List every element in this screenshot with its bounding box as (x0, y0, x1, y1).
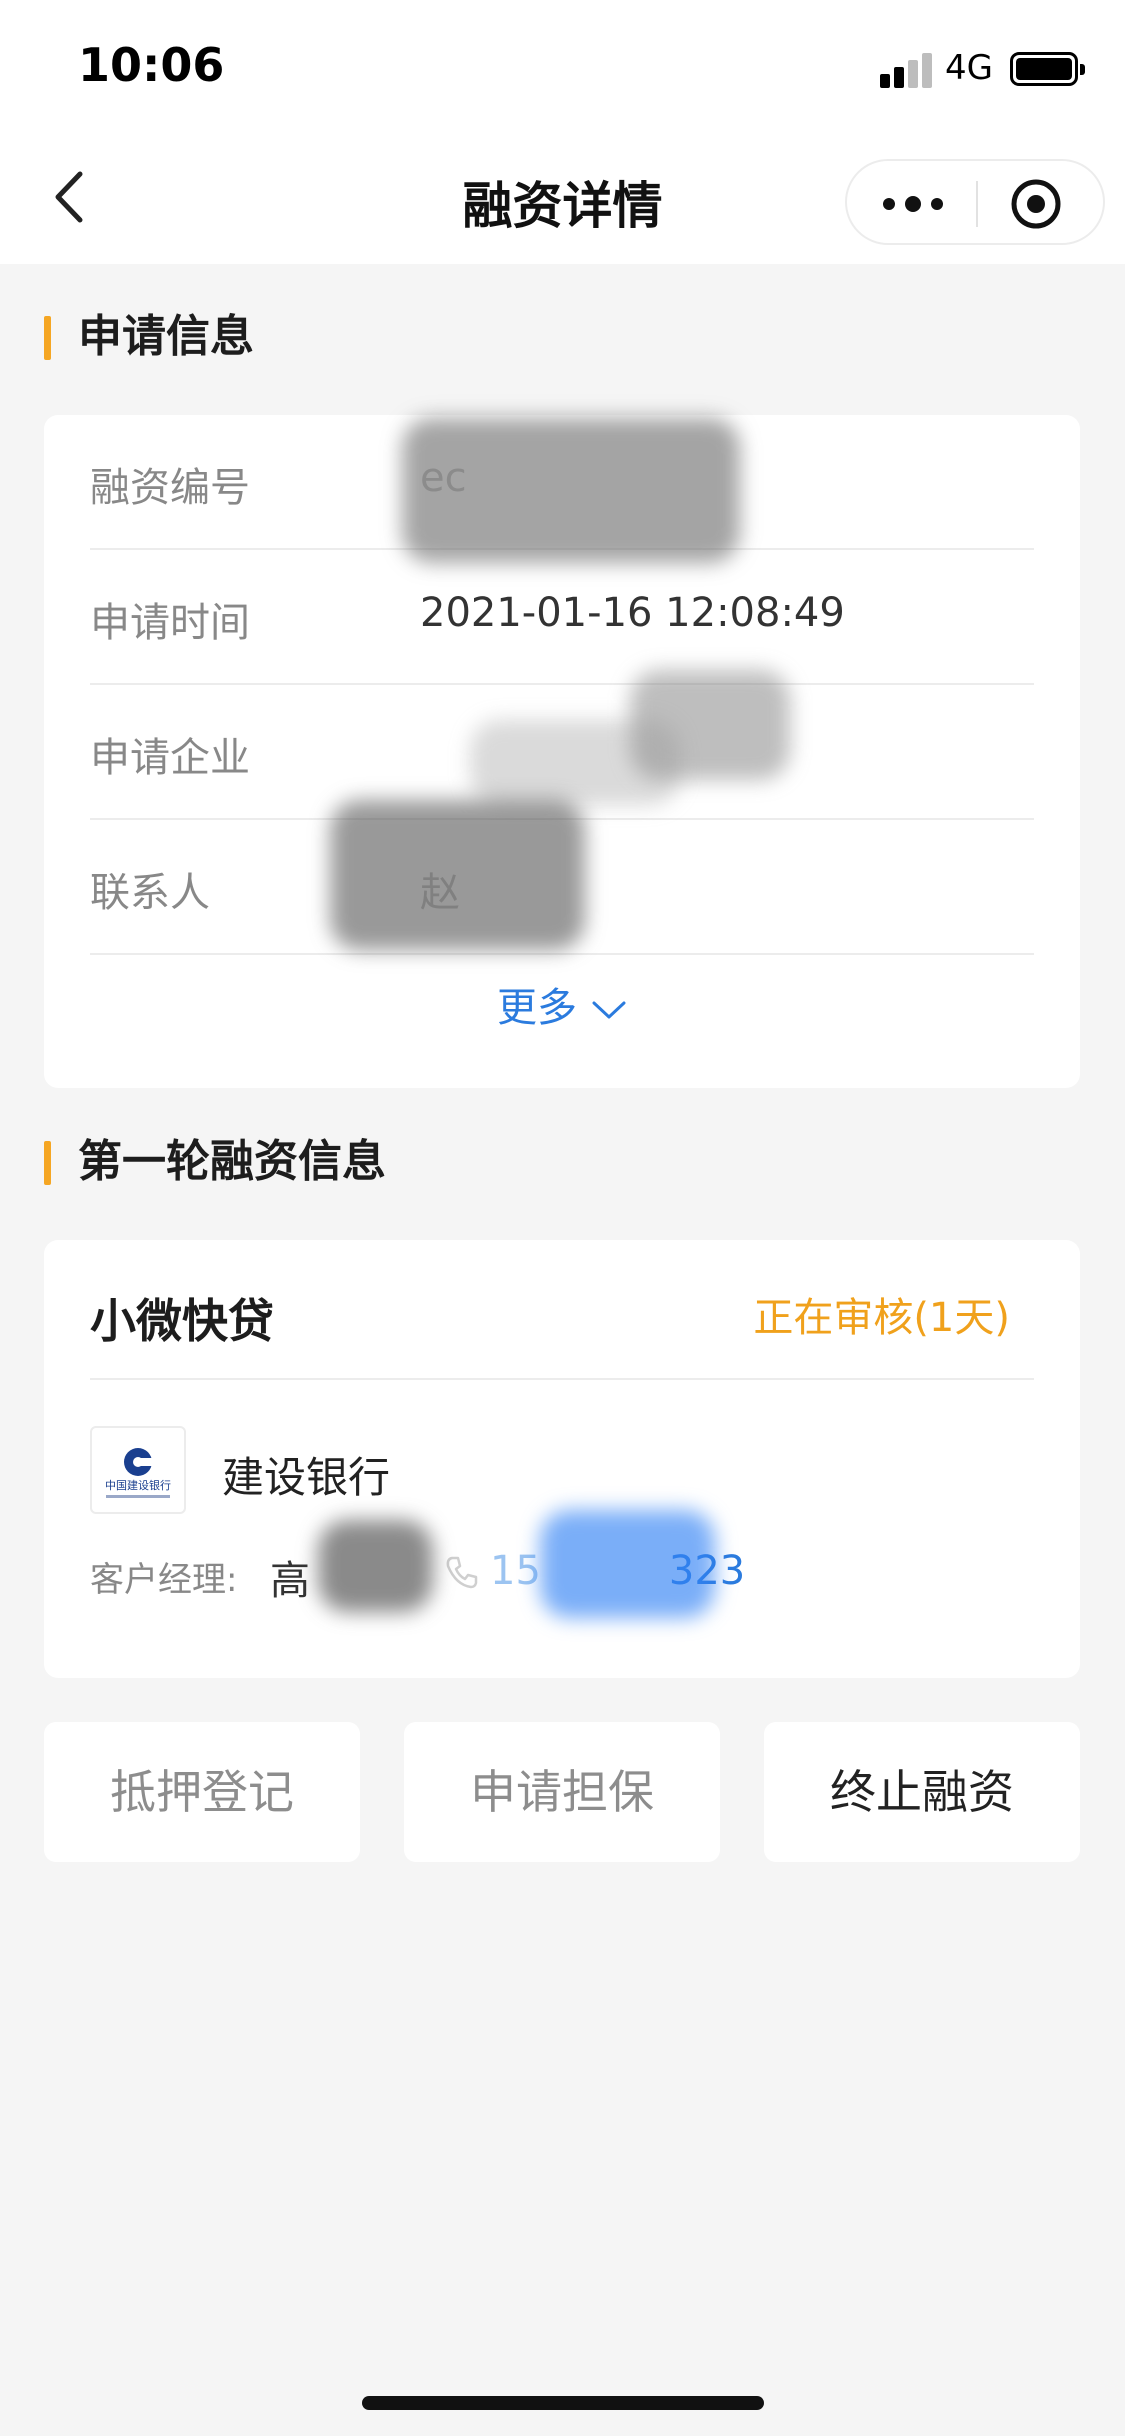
status-bar: 10:06 4G (0, 0, 1125, 132)
capsule-divider (976, 181, 978, 227)
close-miniprogram-button[interactable] (1010, 178, 1062, 230)
mortgage-button[interactable]: 抵押登记 (44, 1722, 360, 1862)
miniprogram-capsule (845, 159, 1105, 245)
guarantee-button[interactable]: 申请担保 (404, 1722, 720, 1862)
contact-value: 赵 (420, 870, 460, 916)
manager-name: 高 (270, 1558, 310, 1604)
more-label: 更多 (497, 985, 577, 1031)
home-indicator (362, 2396, 764, 2410)
call-button[interactable] (442, 1552, 482, 1592)
section-title-round: 第一轮融资信息 (44, 1135, 386, 1189)
chevron-down-icon (592, 1001, 626, 1019)
battery-icon (1010, 52, 1085, 86)
manager-label: 客户经理: (90, 1560, 238, 1600)
loan-id-value: ec (420, 455, 467, 501)
bank-logo: 中国建设银行 (90, 1426, 186, 1514)
target-icon (1011, 179, 1061, 229)
phone-icon (446, 1556, 478, 1589)
loan-id-label: 融资编号 (90, 465, 250, 511)
network-label: 4G (945, 48, 993, 88)
more-button[interactable]: 更多 (44, 975, 1080, 1033)
phone-prefix: 15 (490, 1548, 541, 1594)
terminate-button[interactable]: 终止融资 (764, 1722, 1080, 1862)
phone-suffix: 323 (668, 1548, 746, 1594)
product-name: 小微快贷 (90, 1294, 274, 1348)
status-time: 10:06 (78, 38, 225, 92)
status-badge: 正在审核(1天) (753, 1295, 1010, 1341)
bank-logo-text: 中国建设银行 (105, 1478, 171, 1492)
more-button[interactable] (881, 191, 945, 217)
apply-time-value: 2021-01-16 12:08:49 (420, 590, 845, 636)
nav-bar: 融资详情 (0, 132, 1125, 264)
apply-time-label: 申请时间 (90, 600, 250, 646)
contact-label: 联系人 (90, 870, 210, 916)
section-title-application: 申请信息 (44, 310, 254, 364)
signal-icon (880, 52, 934, 88)
info-row-loan-id: 融资编号 ec (90, 415, 1034, 550)
application-info-card: 融资编号 ec 申请时间 2021-01-16 12:08:49 申请企业 联系… (44, 415, 1080, 1088)
ccb-logo-icon: 中国建设银行 (105, 1448, 171, 1498)
manager-phone[interactable]: 15 323 (490, 1548, 745, 1594)
info-row-apply-time: 申请时间 2021-01-16 12:08:49 (90, 550, 1034, 685)
divider (90, 1378, 1034, 1380)
info-row-company: 申请企业 (90, 685, 1034, 820)
bank-name: 建设银行 (222, 1453, 391, 1502)
company-label: 申请企业 (90, 735, 250, 781)
info-row-contact: 联系人 赵 (90, 820, 1034, 955)
more-dots-icon (883, 196, 943, 212)
loan-round-card: 小微快贷 正在审核(1天) 中国建设银行 建设银行 客户经理: 高 15 323 (44, 1240, 1080, 1678)
